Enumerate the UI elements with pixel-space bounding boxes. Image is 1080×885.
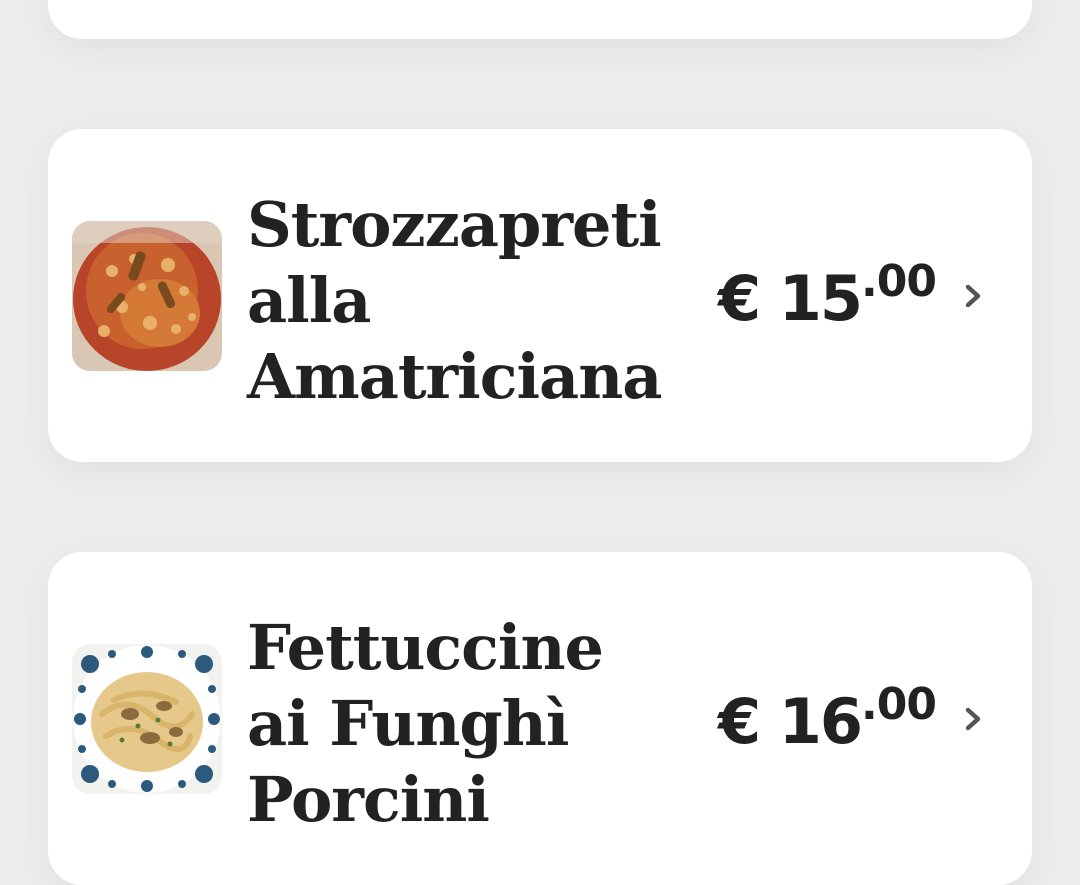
menu-item-card[interactable]: Fettuccine ai Funghì Porcini € 16.00 [48, 552, 1032, 885]
menu-item-card[interactable]: Strozzapreti alla Amatriciana € 15.00 [48, 129, 1032, 462]
price-main: € 16 [718, 685, 863, 758]
pasta-amatriciana-photo [72, 221, 222, 371]
chevron-right-icon[interactable] [956, 279, 990, 313]
dish-name-line: Fettuccine [247, 611, 604, 684]
dish-name-line: Amatriciana [247, 340, 662, 413]
menu-item-card-previous[interactable] [48, 0, 1032, 39]
price-main: € 15 [718, 262, 863, 335]
price-cents: .00 [861, 679, 937, 730]
pasta-funghi-porcini-photo [72, 644, 222, 794]
dish-price: € 16.00 [718, 679, 937, 758]
dish-name-line: Porcini [247, 763, 490, 836]
price-cents: .00 [861, 256, 937, 307]
dish-name: Fettuccine ai Funghì Porcini [247, 610, 687, 838]
chevron-right-icon[interactable] [956, 702, 990, 736]
dish-thumbnail [72, 221, 222, 371]
dish-name-line: Strozzapreti [247, 188, 662, 261]
dish-name: Strozzapreti alla Amatriciana [247, 187, 687, 415]
dish-name-line: ai Funghì [247, 687, 569, 760]
dish-price: € 15.00 [718, 256, 937, 335]
dish-name-line: alla [247, 264, 371, 337]
dish-thumbnail [72, 644, 222, 794]
